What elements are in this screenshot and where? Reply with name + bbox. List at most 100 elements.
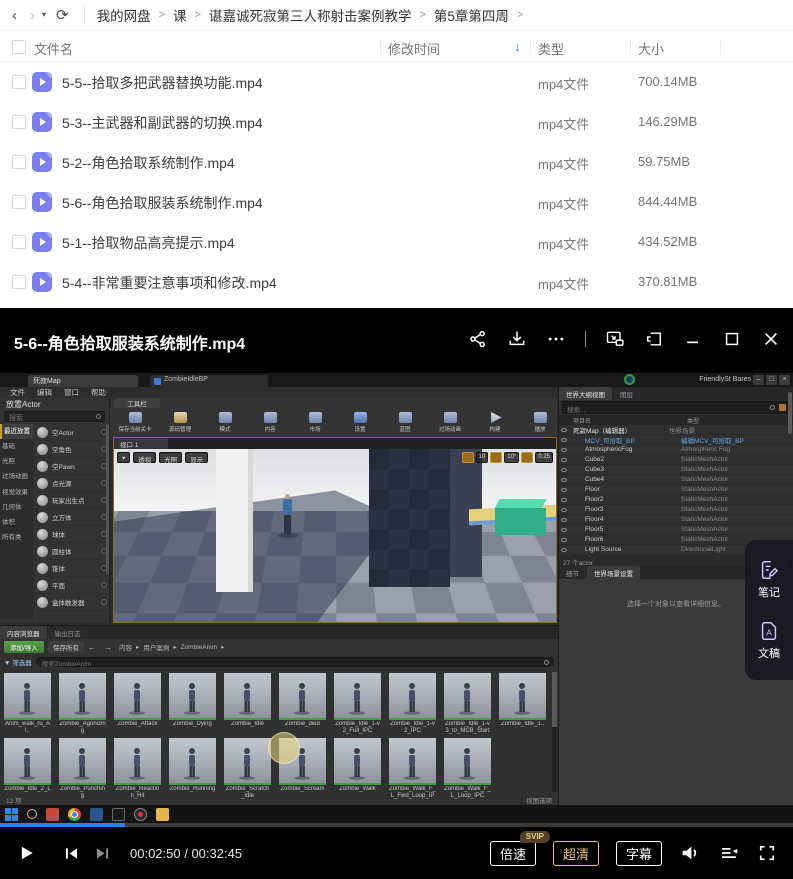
save-all-button: 保存所有 (48, 641, 84, 653)
volume-icon[interactable] (679, 842, 701, 864)
breadcrumb-item[interactable]: 课 (173, 5, 187, 25)
table-row[interactable]: 5-1--拾取物品高亮提示.mp4 mp4文件 434.52MB (0, 222, 793, 262)
row-checkbox[interactable] (12, 195, 26, 209)
ue-content-browser: 内容浏览器 输出日志 添加/导入 保存所有 ← → 内容▸用户案例▸Zombie… (0, 625, 558, 805)
forward-icon[interactable]: › (30, 8, 35, 23)
history-dropdown-icon[interactable]: ▾ (42, 11, 46, 19)
fullscreen-icon[interactable] (757, 843, 777, 863)
place-actor-item: 球体 (33, 526, 109, 543)
animation-asset: Zombie_Punching (59, 738, 106, 800)
ue-toolbar-tab: 工具栏 (114, 398, 160, 408)
refresh-icon[interactable]: ⟳ (56, 8, 69, 23)
player-titlebar-actions (468, 329, 781, 349)
file-type: mp4文件 (538, 274, 589, 293)
previous-icon[interactable] (62, 844, 81, 863)
tab-layers: 图层 (613, 387, 640, 400)
column-type[interactable]: 类型 (538, 39, 564, 58)
asset-thumbnail (279, 673, 326, 720)
place-actor-item: 平面 (33, 577, 109, 594)
place-actors-title: 放置Actor (0, 398, 109, 410)
doc-a-icon: A (758, 620, 780, 642)
table-row[interactable]: 5-4--非常重要注意事项和修改.mp4 mp4文件 370.81MB (0, 262, 793, 302)
table-row[interactable]: 5-6--角色拾取服装系统制作.mp4 mp4文件 844.44MB (0, 182, 793, 222)
tab-output-log: 输出日志 (48, 626, 88, 639)
actor-shape-icon (37, 529, 48, 540)
table-row[interactable]: 5-3--主武器和副武器的切换.mp4 mp4文件 146.29MB (0, 102, 793, 142)
next-icon[interactable] (93, 844, 112, 863)
scrollbar (788, 392, 792, 434)
quality-button[interactable]: 超清 (553, 841, 599, 866)
viewport-tab: 视口 1 (114, 438, 168, 449)
subtitle-button[interactable]: 字幕 (616, 841, 662, 866)
actor-shape-icon (37, 495, 48, 506)
file-name[interactable]: 5-1--拾取物品高亮提示.mp4 (62, 233, 235, 253)
path-separator: ▸ (173, 643, 176, 651)
outliner-row: Floor4 StaticMeshActor (559, 515, 793, 525)
viewport-options: ▾透视光照显示 (117, 452, 208, 463)
ue-menu-item: 文件 (10, 387, 25, 398)
play-icon[interactable] (16, 843, 36, 863)
breadcrumb-item[interactable]: 谌嘉诚死寂第三人称射击案例教学 (209, 5, 412, 25)
breadcrumb-item[interactable]: 第5章第四周 (434, 5, 509, 25)
ue-toolbar-button: 内容 (249, 409, 291, 436)
visibility-eye-icon (561, 458, 567, 462)
path-segment: 内容 (119, 642, 132, 652)
breadcrumb-separator: > (195, 9, 201, 21)
video-frame[interactable]: 死寂Map ZombieIdleBP FriendlySt Bares – □ … (0, 373, 793, 823)
table-row[interactable]: 5-2--角色拾取系统制作.mp4 mp4文件 59.75MB (0, 142, 793, 182)
visibility-eye-icon (561, 508, 567, 512)
row-checkbox[interactable] (12, 235, 26, 249)
notes-button[interactable]: 笔记 (758, 559, 780, 600)
animation-asset: Zombie_died (279, 673, 326, 735)
column-size[interactable]: 大小 (638, 39, 664, 58)
maximize-icon[interactable] (722, 329, 742, 349)
back-icon[interactable]: ‹ (12, 8, 17, 23)
speed-button[interactable]: 倍速 (490, 841, 536, 866)
column-modified[interactable]: 修改时间 (388, 39, 440, 58)
download-icon[interactable] (507, 329, 527, 349)
taskbar-app-icon (27, 809, 37, 819)
more-icon[interactable] (546, 329, 566, 349)
note-pencil-icon (758, 559, 780, 581)
close-icon[interactable] (761, 329, 781, 349)
divider (585, 331, 586, 347)
transcript-button[interactable]: A 文稿 (758, 620, 780, 661)
minimize-icon[interactable] (683, 329, 703, 349)
svg-text:A: A (766, 628, 772, 637)
float-window-icon[interactable] (644, 329, 664, 349)
asset-thumbnail (4, 673, 51, 720)
row-checkbox[interactable] (12, 155, 26, 169)
table-row[interactable]: 5-5--拾取多把武器替换功能.mp4 mp4文件 700.14MB (0, 62, 793, 102)
side-tools-panel: 笔记 A 文稿 (745, 540, 793, 680)
row-checkbox[interactable] (12, 115, 26, 129)
taskbar-app-icon (156, 808, 169, 821)
video-file-icon (32, 192, 52, 212)
file-size: 700.14MB (638, 74, 697, 89)
character (282, 494, 294, 546)
breadcrumb-item[interactable]: 我的网盘 (97, 5, 151, 25)
file-name[interactable]: 5-3--主武器和副武器的切换.mp4 (62, 113, 263, 133)
sort-desc-icon[interactable]: ↓ (514, 39, 521, 54)
playlist-icon[interactable] (718, 842, 740, 864)
row-checkbox[interactable] (12, 75, 26, 89)
place-actor-category: 几何体 (0, 500, 33, 515)
row-checkbox[interactable] (12, 275, 26, 289)
file-name[interactable]: 5-4--非常重要注意事项和修改.mp4 (62, 273, 277, 293)
ue-toolbar-button: 播放 (519, 409, 561, 436)
column-filename[interactable]: 文件名 (34, 39, 73, 58)
picture-in-picture-icon[interactable] (605, 329, 625, 349)
animation-asset: Zombie_Reaction_Hit (114, 738, 161, 800)
teal-cube (495, 499, 546, 535)
file-name[interactable]: 5-6--角色拾取服装系统制作.mp4 (62, 193, 263, 213)
asset-thumbnail (59, 673, 106, 720)
visibility-eye-icon (561, 478, 567, 482)
taskbar-app-icon (90, 808, 103, 821)
file-name[interactable]: 5-2--角色拾取系统制作.mp4 (62, 153, 235, 173)
svip-badge: SVIP (520, 831, 550, 843)
add-import-button: 添加/导入 (4, 641, 44, 653)
file-name[interactable]: 5-5--拾取多把武器替换功能.mp4 (62, 73, 263, 93)
asset-thumbnail (334, 673, 381, 720)
select-all-checkbox[interactable] (12, 40, 26, 54)
share-icon[interactable] (468, 329, 488, 349)
taskbar-app-icon (5, 808, 18, 821)
